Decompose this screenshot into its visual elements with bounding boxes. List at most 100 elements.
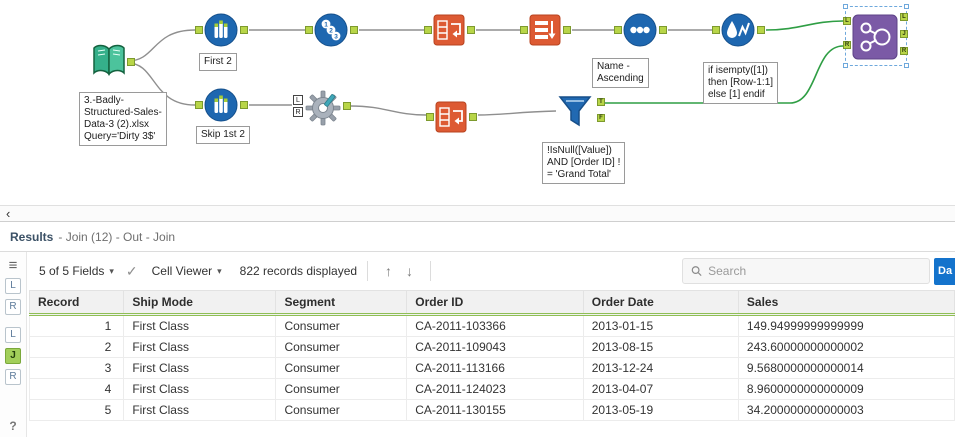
cell-ship-mode[interactable]: First Class [123,378,277,400]
cell-segment[interactable]: Consumer [275,378,408,400]
column-header-order-date[interactable]: Order Date [582,290,739,316]
apply-check-icon[interactable]: ✓ [126,263,138,280]
rename-output-anchor[interactable] [343,102,351,110]
crosstab-bottom-input-anchor[interactable] [426,113,434,121]
cell-order-id[interactable]: CA-2011-109043 [406,336,584,358]
cell-ship-mode[interactable]: First Class [123,399,277,421]
cell-order-id[interactable]: CA-2011-124023 [406,378,584,400]
canvas-scrollbar[interactable]: ‹ [0,205,955,222]
join-output-join-anchor[interactable]: J [900,30,908,38]
cell-sales[interactable]: 243.60000000000002 [737,336,955,358]
arrange-output-anchor[interactable] [563,26,571,34]
cell-sales[interactable]: 8.9600000000000009 [737,378,955,400]
crosstab-bottom-output-anchor[interactable] [469,113,477,121]
cell-sales[interactable]: 34.200000000000003 [737,399,955,421]
multi-row-formula-output-anchor[interactable] [757,26,765,34]
cell-record[interactable]: 4 [28,378,125,400]
table-row[interactable]: 5 First Class Consumer CA-2011-130155 20… [28,399,955,421]
column-header-segment[interactable]: Segment [275,290,408,316]
filter-false-anchor[interactable]: F [597,114,605,122]
cell-segment[interactable]: Consumer [275,399,408,421]
filter-tool[interactable] [556,94,594,135]
table-row[interactable]: 2 First Class Consumer CA-2011-109043 20… [28,336,955,358]
filter-true-anchor[interactable]: T [597,98,605,106]
cell-ship-mode[interactable]: First Class [123,314,277,337]
rail-output-right[interactable]: R [5,369,21,385]
table-row[interactable]: 4 First Class Consumer CA-2011-124023 20… [28,378,955,400]
sample-skip-annotation[interactable]: Skip 1st 2 [196,126,250,144]
search-box[interactable] [682,258,930,284]
crosstab-tool-bottom[interactable] [435,101,467,138]
join-output-right-anchor[interactable]: R [900,47,908,55]
sample-skip-output-anchor[interactable] [240,101,248,109]
cell-ship-mode[interactable]: First Class [123,336,277,358]
help-icon[interactable]: ? [9,419,16,433]
sample-first2-annotation[interactable]: First 2 [199,53,237,71]
sort-input-anchor[interactable] [614,26,622,34]
input-output-anchor[interactable] [127,58,135,66]
arrange-input-anchor[interactable] [520,26,528,34]
cell-record[interactable]: 3 [28,357,125,379]
workflow-canvas[interactable]: 1 2 3 L R L J R L R T F 3.-Badly- Struct… [0,0,955,205]
metadata-menu-icon[interactable]: ≡ [9,258,18,273]
record-id-tool[interactable]: 1 2 3 [314,13,348,52]
table-row[interactable]: 3 First Class Consumer CA-2011-113166 20… [28,357,955,379]
cell-order-id[interactable]: CA-2011-113166 [406,357,584,379]
multi-row-formula-input-anchor[interactable] [712,26,720,34]
join-input-left-anchor[interactable]: L [843,17,851,25]
rail-output-left[interactable]: L [5,327,21,343]
cell-order-date[interactable]: 2013-12-24 [582,357,739,379]
crosstab-top-output-anchor[interactable] [467,26,475,34]
sample-first2-input-anchor[interactable] [195,26,203,34]
column-header-sales[interactable]: Sales [737,290,955,316]
data-button[interactable]: Da [934,257,955,285]
cell-record[interactable]: 2 [28,336,125,358]
scroll-up-button[interactable]: ↑ [378,263,399,279]
input-tool-annotation[interactable]: 3.-Badly- Structured-Sales- Data-3 (2).x… [79,92,167,146]
rail-input-right[interactable]: R [5,299,21,315]
crosstab-top-input-anchor[interactable] [424,26,432,34]
sample-first2-output-anchor[interactable] [240,26,248,34]
sample-tool-skip1st2[interactable] [204,88,238,127]
multi-row-formula-annotation[interactable]: if isempty([1]) then [Row-1:1] else [1] … [703,62,779,104]
input-data-tool[interactable] [90,42,128,87]
scroll-down-button[interactable]: ↓ [399,263,420,279]
cell-segment[interactable]: Consumer [275,314,408,337]
rail-input-left[interactable]: L [5,278,21,294]
arrange-tool[interactable] [529,14,561,51]
cell-order-date[interactable]: 2013-05-19 [582,399,739,421]
fields-dropdown[interactable]: 5 of 5 Fields ▾ [39,264,114,278]
join-input-right-anchor[interactable]: R [843,41,851,49]
record-id-input-anchor[interactable] [305,26,313,34]
sort-output-anchor[interactable] [659,26,667,34]
cell-segment[interactable]: Consumer [275,336,408,358]
crosstab-tool-top[interactable] [433,14,465,51]
sort-annotation[interactable]: Name - Ascending [592,58,649,88]
cell-record[interactable]: 5 [28,399,125,421]
scroll-left-icon[interactable]: ‹ [0,206,16,221]
cell-order-id[interactable]: CA-2011-103366 [406,314,584,337]
cell-viewer-dropdown[interactable]: Cell Viewer ▾ [152,264,222,278]
rail-output-join[interactable]: J [5,348,21,364]
cell-order-id[interactable]: CA-2011-130155 [406,399,584,421]
cell-record[interactable]: 1 [28,314,125,337]
column-header-record[interactable]: Record [28,290,125,316]
cell-ship-mode[interactable]: First Class [123,357,277,379]
filter-annotation[interactable]: !IsNull([Value]) AND [Order ID] ! = 'Gra… [542,142,626,184]
multi-row-formula-tool[interactable] [721,13,755,52]
cell-order-date[interactable]: 2013-04-07 [582,378,739,400]
join-output-left-anchor[interactable]: L [900,13,908,21]
column-header-ship-mode[interactable]: Ship Mode [123,290,277,316]
sort-tool[interactable] [623,13,657,52]
cell-order-date[interactable]: 2013-01-15 [582,314,739,337]
record-id-output-anchor[interactable] [350,26,358,34]
cell-order-date[interactable]: 2013-08-15 [582,336,739,358]
cell-sales[interactable]: 9.5680000000000014 [737,357,955,379]
cell-segment[interactable]: Consumer [275,357,408,379]
dynamic-rename-tool[interactable] [305,90,341,131]
column-header-order-id[interactable]: Order ID [406,290,584,316]
search-input[interactable] [708,264,921,278]
cell-sales[interactable]: 149.94999999999999 [737,314,955,337]
sample-skip-input-anchor[interactable] [195,101,203,109]
table-row[interactable]: 1 First Class Consumer CA-2011-103366 20… [28,314,955,337]
